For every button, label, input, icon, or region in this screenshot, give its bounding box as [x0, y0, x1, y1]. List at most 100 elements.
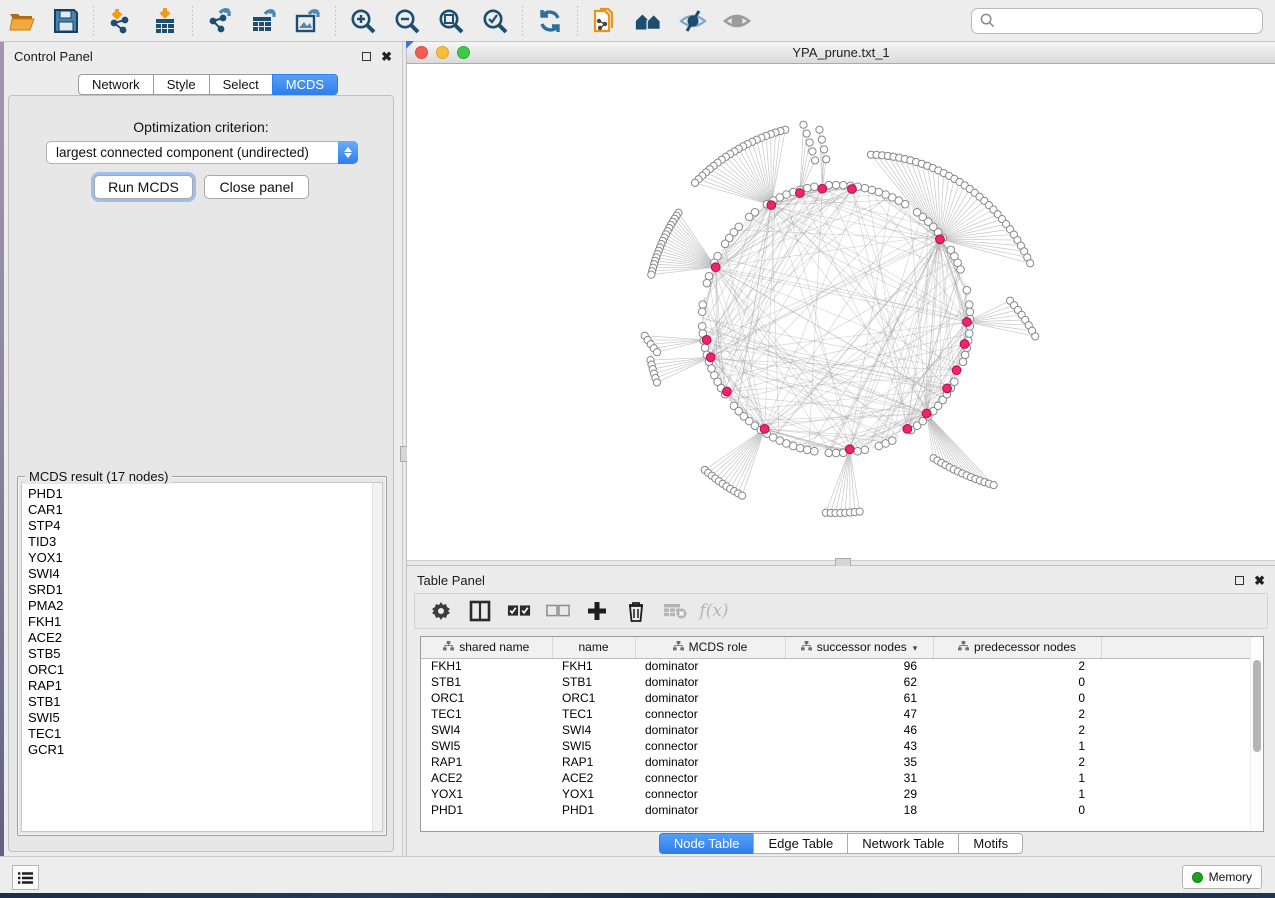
mcds-hub-node[interactable]	[845, 445, 854, 454]
open-file-icon[interactable]	[7, 6, 37, 36]
column-header-predecessor-nodes[interactable]: predecessor nodes	[933, 637, 1101, 658]
table-row[interactable]: TEC1TEC1connector472	[421, 706, 1252, 722]
mcds-result-item[interactable]: RAP1	[28, 678, 382, 694]
table-row[interactable]: PHD1PHD1dominator180	[421, 802, 1252, 818]
network-window-titlebar[interactable]: YPA_prune.txt_1	[407, 42, 1275, 64]
mcds-hub-node[interactable]	[922, 409, 931, 418]
mcds-hub-node[interactable]	[818, 184, 827, 193]
select-all-columns-icon[interactable]	[507, 599, 531, 623]
search-box[interactable]	[971, 8, 1263, 34]
tab-mcds[interactable]: MCDS	[272, 74, 338, 95]
export-image-icon[interactable]	[293, 6, 323, 36]
show-all-icon[interactable]	[722, 6, 752, 36]
mcds-result-item[interactable]: ORC1	[28, 662, 382, 678]
mcds-result-item[interactable]: PHD1	[28, 486, 382, 502]
table-row[interactable]: RAP1RAP1dominator352	[421, 754, 1252, 770]
zoom-selected-icon[interactable]	[480, 6, 510, 36]
column-header-MCDS-role[interactable]: MCDS role	[635, 637, 785, 658]
mcds-hub-node[interactable]	[960, 340, 969, 349]
close-panel-button[interactable]: Close panel	[204, 175, 309, 199]
mcds-hub-node[interactable]	[903, 424, 912, 433]
table-row[interactable]: STB1STB1dominator620	[421, 674, 1252, 690]
mcds-hub-node[interactable]	[760, 424, 769, 433]
mcds-result-item[interactable]: FKH1	[28, 614, 382, 630]
tab-network[interactable]: Network	[78, 74, 153, 95]
delete-column-icon[interactable]	[624, 599, 648, 623]
column-layout-icon[interactable]	[468, 599, 492, 623]
mcds-result-group: MCDS result (17 nodes) PHD1CAR1STP4TID3Y…	[17, 469, 387, 836]
column-header-shared-name[interactable]: shared name	[421, 637, 552, 658]
unselect-all-columns-icon[interactable]	[546, 599, 570, 623]
tab-select[interactable]: Select	[209, 74, 272, 95]
mcds-hub-node[interactable]	[767, 201, 776, 210]
table-row[interactable]: FKH1FKH1dominator962	[421, 658, 1252, 674]
tab-motifs[interactable]: Motifs	[958, 833, 1023, 854]
table-row[interactable]: ACE2ACE2connector311	[421, 770, 1252, 786]
save-session-icon[interactable]	[51, 6, 81, 36]
close-icon[interactable]: ✖	[1254, 576, 1265, 585]
table-row[interactable]: SWI5SWI5connector431	[421, 738, 1252, 754]
scrollbar-thumb[interactable]	[1253, 660, 1261, 752]
gear-icon[interactable]	[429, 599, 453, 623]
float-window-icon[interactable]	[362, 52, 371, 61]
scrollbar[interactable]	[1250, 638, 1262, 830]
mcds-result-item[interactable]: CAR1	[28, 502, 382, 518]
mcds-result-item[interactable]: STB1	[28, 694, 382, 710]
mcds-hub-node[interactable]	[711, 263, 720, 272]
mcds-hub-node[interactable]	[706, 353, 715, 362]
mcds-result-item[interactable]: PMA2	[28, 598, 382, 614]
mcds-result-item[interactable]: STP4	[28, 518, 382, 534]
network-canvas[interactable]	[407, 64, 1275, 560]
mcds-result-item[interactable]: SWI4	[28, 566, 382, 582]
close-icon[interactable]: ✖	[381, 52, 392, 61]
import-network-icon[interactable]	[106, 6, 136, 36]
mcds-hub-node[interactable]	[848, 185, 857, 194]
export-network-icon[interactable]	[205, 6, 235, 36]
tab-style[interactable]: Style	[153, 74, 209, 95]
maximize-window-icon[interactable]	[457, 46, 470, 59]
clone-network-icon[interactable]	[590, 6, 620, 36]
mcds-hub-node[interactable]	[702, 336, 711, 345]
mcds-hub-node[interactable]	[963, 318, 972, 327]
refresh-icon[interactable]	[535, 6, 565, 36]
close-window-icon[interactable]	[415, 46, 428, 59]
float-window-icon[interactable]	[1235, 576, 1244, 585]
hide-selected-icon[interactable]	[678, 6, 708, 36]
table-row[interactable]: SWI4SWI4dominator462	[421, 722, 1252, 738]
mcds-result-item[interactable]: SRD1	[28, 582, 382, 598]
mcds-result-item[interactable]: TID3	[28, 534, 382, 550]
import-table-icon[interactable]	[150, 6, 180, 36]
mcds-hub-node[interactable]	[722, 387, 731, 396]
memory-button[interactable]: Memory	[1182, 865, 1262, 889]
add-column-icon[interactable]	[585, 599, 609, 623]
column-header-successor-nodes[interactable]: successor nodes▾	[785, 637, 933, 658]
mcds-result-item[interactable]: STB5	[28, 646, 382, 662]
search-input[interactable]	[1001, 13, 1254, 28]
minimize-window-icon[interactable]	[436, 46, 449, 59]
mcds-result-item[interactable]: GCR1	[28, 742, 382, 758]
mcds-hub-node[interactable]	[795, 189, 804, 198]
mcds-result-item[interactable]: ACE2	[28, 630, 382, 646]
zoom-fit-icon[interactable]	[436, 6, 466, 36]
show-panels-list-button[interactable]	[12, 865, 39, 890]
column-header-name[interactable]: name	[552, 637, 635, 658]
table-row[interactable]: ORC1ORC1dominator610	[421, 690, 1252, 706]
mcds-hub-node[interactable]	[936, 235, 945, 244]
tab-network-table[interactable]: Network Table	[847, 833, 958, 854]
mcds-result-list[interactable]: PHD1CAR1STP4TID3YOX1SWI4SRD1PMA2FKH1ACE2…	[21, 482, 383, 832]
optimization-criterion-select[interactable]: largest connected component (undirected)	[46, 141, 358, 164]
export-table-icon[interactable]	[249, 6, 279, 36]
tab-edge-table[interactable]: Edge Table	[753, 833, 847, 854]
mcds-result-item[interactable]: YOX1	[28, 550, 382, 566]
zoom-out-icon[interactable]	[392, 6, 422, 36]
scrollbar[interactable]	[372, 483, 382, 831]
mcds-hub-node[interactable]	[952, 366, 961, 375]
run-mcds-button[interactable]: Run MCDS	[94, 175, 193, 199]
tab-node-table[interactable]: Node Table	[659, 833, 754, 854]
first-neighbors-icon[interactable]	[634, 6, 664, 36]
mcds-result-item[interactable]: TEC1	[28, 726, 382, 742]
mcds-hub-node[interactable]	[943, 384, 952, 393]
zoom-in-icon[interactable]	[348, 6, 378, 36]
table-row[interactable]: YOX1YOX1connector291	[421, 786, 1252, 802]
mcds-result-item[interactable]: SWI5	[28, 710, 382, 726]
